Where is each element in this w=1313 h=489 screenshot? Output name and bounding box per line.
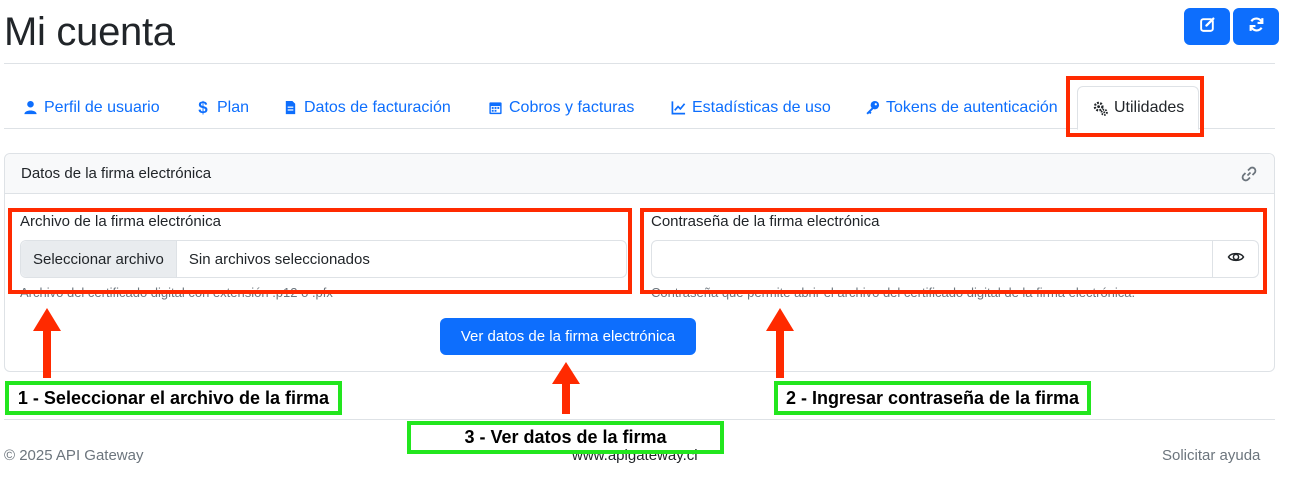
annotation-arrow-2 bbox=[766, 308, 794, 378]
tab-estadisticas-uso[interactable]: Estadísticas de uso bbox=[670, 86, 831, 129]
tab-cobros-facturas[interactable]: Cobros y facturas bbox=[487, 86, 634, 129]
annotation-arrow-3 bbox=[552, 362, 580, 414]
card-title: Datos de la firma electrónica bbox=[21, 165, 212, 182]
edit-icon bbox=[1199, 16, 1216, 38]
tab-perfil-usuario[interactable]: Perfil de usuario bbox=[22, 86, 160, 129]
tab-datos-facturacion[interactable]: Datos de facturación bbox=[282, 86, 451, 129]
card-header: Datos de la firma electrónica bbox=[5, 154, 1274, 194]
tab-label: Estadísticas de uso bbox=[692, 98, 831, 116]
file-invoice-icon bbox=[282, 100, 298, 116]
tab-label: Datos de facturación bbox=[304, 98, 451, 116]
header-divider bbox=[4, 63, 1275, 64]
tab-label: Tokens de autenticación bbox=[886, 98, 1058, 116]
user-icon bbox=[22, 100, 38, 116]
tab-tokens-autenticacion[interactable]: Tokens de autenticación bbox=[864, 86, 1058, 129]
footer-copyright: © 2025 API Gateway bbox=[4, 447, 144, 464]
page-title: Mi cuenta bbox=[4, 10, 175, 54]
annotation-step-3: 3 - Ver datos de la firma bbox=[407, 421, 724, 454]
footer-help-link[interactable]: Solicitar ayuda bbox=[1162, 447, 1260, 464]
annotation-arrow-1 bbox=[33, 308, 61, 378]
view-signature-button[interactable]: Ver datos de la firma electrónica bbox=[440, 318, 696, 355]
refresh-icon bbox=[1248, 16, 1265, 38]
chart-line-icon bbox=[670, 100, 686, 116]
key-icon bbox=[864, 100, 880, 116]
edit-button[interactable] bbox=[1184, 8, 1230, 45]
tab-label: Perfil de usuario bbox=[44, 98, 160, 116]
annotation-step-2: 2 - Ingresar contraseña de la firma bbox=[774, 381, 1091, 415]
annotation-step-1: 1 - Seleccionar el archivo de la firma bbox=[5, 381, 342, 415]
calendar-icon bbox=[487, 100, 503, 116]
refresh-button[interactable] bbox=[1233, 8, 1279, 45]
annotation-highlight-file bbox=[8, 208, 632, 294]
tab-label: Plan bbox=[217, 98, 250, 116]
dollar-icon: $ bbox=[198, 97, 208, 117]
footer-divider bbox=[4, 419, 1275, 420]
annotation-highlight-password bbox=[640, 208, 1267, 294]
link-icon[interactable] bbox=[1240, 165, 1258, 183]
tab-label: Cobros y facturas bbox=[509, 98, 635, 116]
annotation-highlight-utilidades bbox=[1066, 76, 1204, 137]
tab-plan[interactable]: $ Plan bbox=[195, 86, 249, 129]
